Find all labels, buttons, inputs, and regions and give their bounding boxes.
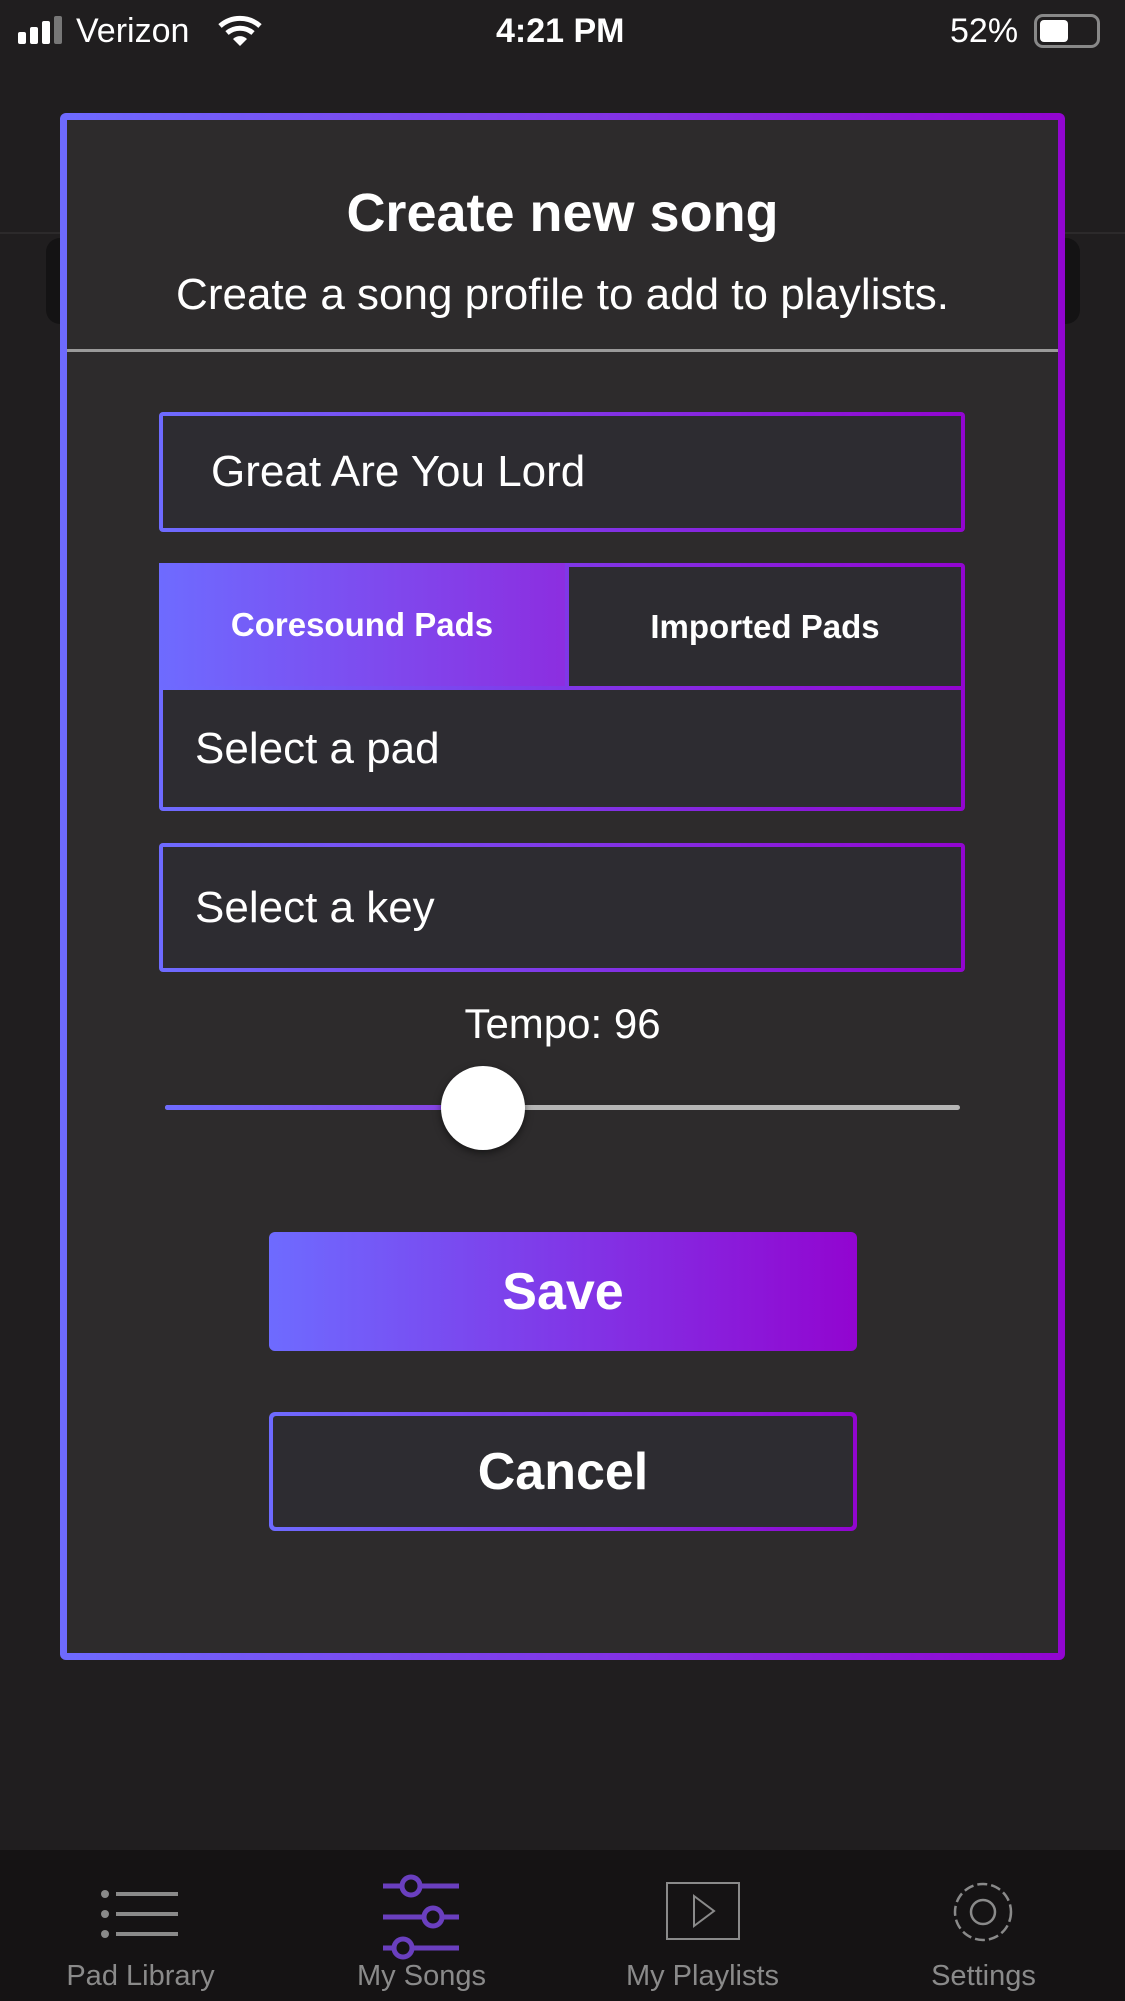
tab-bar: Pad Library My Songs My Playlists Settin… bbox=[0, 1850, 1125, 2001]
key-select[interactable]: Select a key bbox=[159, 843, 965, 972]
tab-coresound-pads[interactable]: Coresound Pads bbox=[159, 563, 565, 686]
tab-pad-library[interactable]: Pad Library bbox=[0, 1850, 281, 2001]
battery-percent: 52% bbox=[950, 12, 1019, 50]
divider bbox=[67, 349, 1058, 352]
tab-my-playlists[interactable]: My Playlists bbox=[562, 1850, 843, 2001]
play-square-icon bbox=[666, 1882, 740, 1940]
tempo-slider[interactable] bbox=[165, 1066, 960, 1150]
slider-thumb[interactable] bbox=[441, 1066, 525, 1150]
cancel-label[interactable]: Cancel bbox=[273, 1416, 853, 1527]
song-name-value[interactable]: Great Are You Lord bbox=[163, 416, 961, 528]
tab-label: Pad Library bbox=[66, 1960, 215, 1992]
cancel-button[interactable]: Cancel bbox=[269, 1412, 857, 1531]
gear-icon bbox=[953, 1882, 1013, 1942]
battery-icon bbox=[1034, 14, 1100, 48]
create-song-dialog: Create new song Create a song profile to… bbox=[60, 113, 1065, 1660]
tempo-label: Tempo: 96 bbox=[464, 1000, 661, 1047]
clock: 4:21 PM bbox=[496, 12, 625, 50]
key-select-label[interactable]: Select a key bbox=[163, 847, 961, 968]
dialog-subtitle: Create a song profile to add to playlist… bbox=[176, 270, 949, 319]
tab-label: My Playlists bbox=[625, 1960, 780, 1992]
status-bar: Verizon 4:21 PM 52% bbox=[0, 0, 1125, 62]
carrier: Verizon bbox=[76, 12, 190, 50]
tab-imported-pads[interactable]: Imported Pads bbox=[569, 567, 961, 686]
tab-label: Settings bbox=[931, 1960, 1036, 1992]
tab-label: My Songs bbox=[357, 1960, 486, 1992]
pad-select[interactable]: Select a pad bbox=[163, 690, 961, 807]
pad-picker: Coresound Pads Imported Pads Select a pa… bbox=[159, 563, 965, 811]
list-icon bbox=[101, 1890, 178, 1938]
tab-my-songs[interactable]: My Songs bbox=[281, 1850, 562, 2001]
sliders-icon bbox=[383, 1874, 459, 1960]
dialog-title: Create new song bbox=[346, 183, 779, 243]
song-name-input[interactable]: Great Are You Lord bbox=[159, 412, 965, 532]
signal-icon bbox=[18, 16, 62, 44]
tab-settings[interactable]: Settings bbox=[843, 1850, 1124, 2001]
save-button[interactable]: Save bbox=[269, 1232, 857, 1351]
wifi-icon bbox=[218, 15, 262, 46]
